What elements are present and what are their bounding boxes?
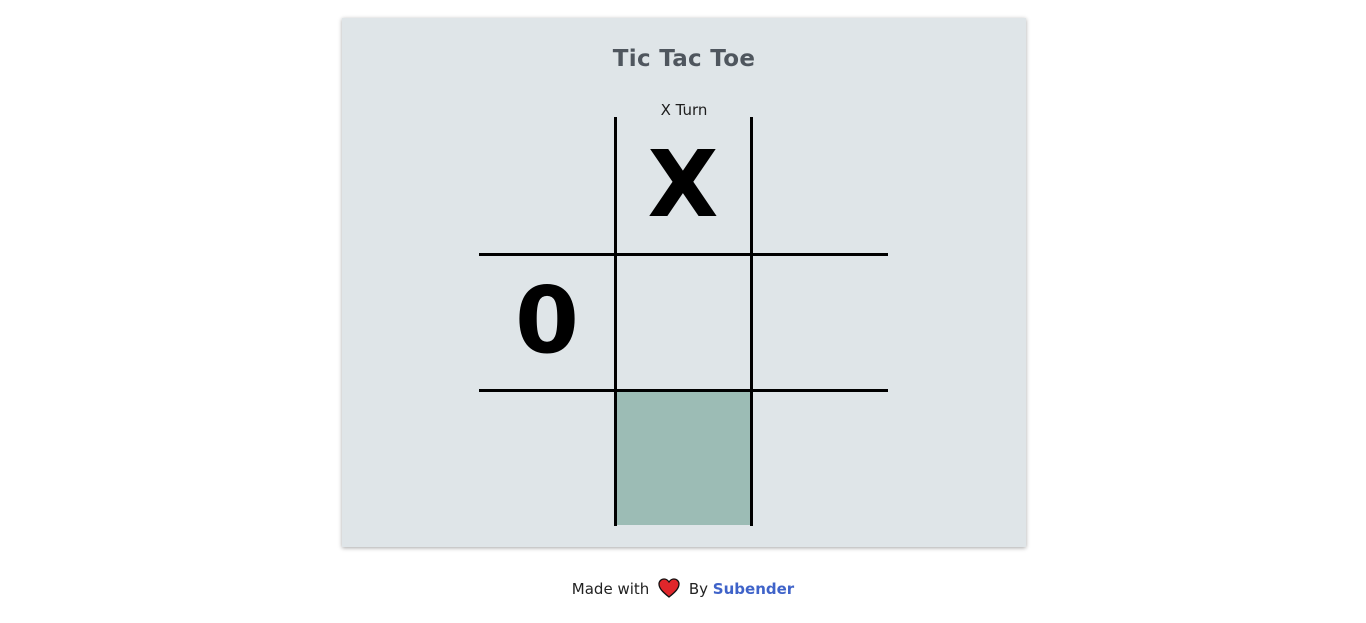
- board-cell-1[interactable]: X: [615, 117, 751, 253]
- game-card: Tic Tac Toe X Turn X 0: [342, 18, 1026, 547]
- board-cell-6[interactable]: [479, 389, 615, 525]
- footer-by: By: [688, 580, 709, 598]
- footer: Made with By Subender: [0, 578, 1366, 602]
- board-cell-0[interactable]: [479, 117, 615, 253]
- page-title: Tic Tac Toe: [612, 46, 756, 72]
- grid-line-horizontal-1: [479, 253, 888, 256]
- heart-icon: [658, 578, 680, 602]
- grid-line-vertical-2: [750, 117, 753, 526]
- board-cell-2[interactable]: [751, 117, 887, 253]
- game-board: X 0: [479, 117, 887, 525]
- board-cell-7[interactable]: [615, 389, 751, 525]
- grid-line-horizontal-2: [479, 389, 888, 392]
- board-cell-8[interactable]: [751, 389, 887, 525]
- board-cell-5[interactable]: [751, 253, 887, 389]
- footer-made-with: Made with: [571, 580, 650, 598]
- board-cell-3[interactable]: 0: [479, 253, 615, 389]
- author-link[interactable]: Subender: [713, 580, 794, 598]
- grid-line-vertical-1: [614, 117, 617, 526]
- board-cell-4[interactable]: [615, 253, 751, 389]
